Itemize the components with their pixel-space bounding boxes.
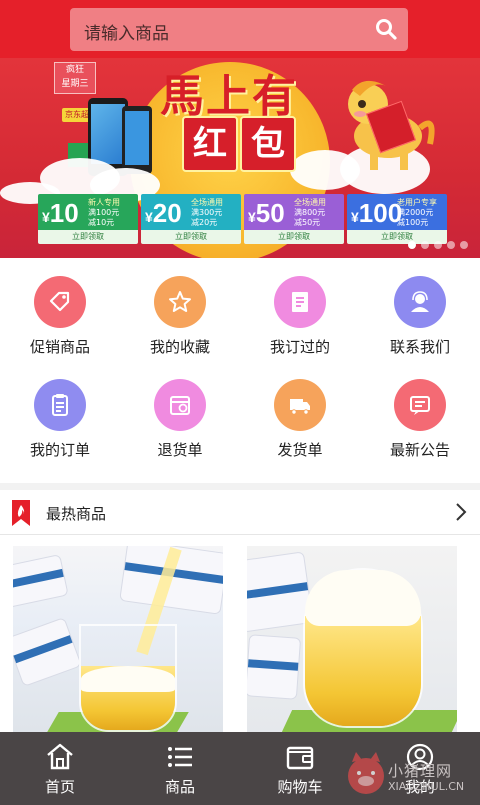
- banner-headline: 馬上有: [160, 71, 298, 122]
- carousel-indicator: [403, 234, 468, 253]
- coupon-amount: ¥50: [248, 198, 285, 228]
- promo-banner-carousel[interactable]: 疯狂 星期三 京东超 馬上有 红 包 ¥10 新人专用 满100元 减10元 立即领取 ¥…: [0, 58, 480, 258]
- tab-label: 商品: [164, 778, 195, 796]
- hot-flag-icon: [12, 500, 30, 526]
- menu-item[interactable]: 退货单: [120, 361, 240, 465]
- menu-icon-circle: [34, 276, 86, 328]
- product-card[interactable]: [247, 546, 457, 732]
- carousel-dot[interactable]: [460, 241, 468, 249]
- coupon-amount: ¥10: [42, 198, 79, 228]
- banner-ribbon: 疯狂 星期三: [54, 62, 96, 94]
- hot-products-header[interactable]: 最热商品: [0, 490, 480, 535]
- coupon-strip: ¥10 新人专用 满100元 减10元立即领取 ¥20 全场通用 满300元 减20元立即领取…: [38, 194, 448, 244]
- return-calendar-icon: [170, 396, 190, 415]
- carousel-dot[interactable]: [421, 241, 429, 249]
- menu-icon-circle: [274, 276, 326, 328]
- delivery-truck-icon: [290, 399, 310, 415]
- search-icon[interactable]: [374, 17, 398, 41]
- menu-item[interactable]: 联系我们: [360, 258, 480, 362]
- carousel-dot[interactable]: [447, 241, 455, 249]
- menu-icon-circle: [274, 379, 326, 431]
- menu-item[interactable]: 促销商品: [0, 258, 120, 362]
- menu-item-label: 退货单: [157, 441, 203, 459]
- menu-item-label: 联系我们: [389, 338, 450, 356]
- tab-label: 购物车: [277, 778, 323, 796]
- menu-icon-circle: [34, 379, 86, 431]
- coupon-claim-button[interactable]: 立即领取: [38, 230, 138, 244]
- function-menu-grid: 促销商品 我的收藏 我订过的 联系我们我的订单 退货单 发货单 最新公告: [0, 258, 480, 483]
- home-icon: [47, 743, 73, 770]
- menu-item-label: 我的收藏: [149, 338, 210, 356]
- tab-label: 首页: [44, 778, 75, 796]
- announcement-icon: [410, 396, 430, 415]
- beer-glass-graphic: [303, 568, 423, 728]
- coupon-desc: 全场通用 满300元 减20元: [191, 198, 223, 227]
- menu-item-label: 促销商品: [29, 338, 90, 356]
- coupon-desc: 新人专用 满100元 减10元: [88, 198, 120, 227]
- menu-icon-circle: [154, 276, 206, 328]
- menu-item-label: 最新公告: [389, 441, 450, 459]
- search-input[interactable]: 请输入商品: [84, 19, 169, 44]
- menu-icon-circle: [394, 276, 446, 328]
- banner-headline-bottom: 红 包: [182, 116, 296, 172]
- beer-can-graphic: [13, 554, 69, 608]
- coupon-desc: 全场通用 满800元 减50元: [294, 198, 326, 227]
- coupon-card[interactable]: ¥10 新人专用 满100元 减10元立即领取: [38, 194, 138, 244]
- menu-item[interactable]: 我的收藏: [120, 258, 240, 362]
- menu-item-label: 我的订单: [29, 441, 90, 459]
- carousel-dot[interactable]: [408, 241, 416, 249]
- beer-glass-graphic: [79, 624, 177, 732]
- menu-icon-circle: [154, 379, 206, 431]
- search-bar[interactable]: 请输入商品: [70, 8, 408, 51]
- menu-icon-circle: [394, 379, 446, 431]
- hot-products-title: 最热商品: [46, 505, 107, 523]
- star-icon: [169, 291, 191, 312]
- order-list-icon: [52, 394, 68, 416]
- beer-can-graphic: [247, 634, 302, 700]
- tab-cart[interactable]: 购物车: [240, 732, 360, 805]
- coupon-card[interactable]: ¥20 全场通用 满300元 减20元立即领取: [141, 194, 241, 244]
- wallet-cart-icon: [286, 746, 314, 770]
- tab-home[interactable]: 首页: [0, 732, 120, 805]
- menu-item-label: 我订过的: [269, 338, 330, 356]
- phone-graphic-2: [122, 106, 152, 174]
- product-card[interactable]: [13, 546, 223, 732]
- coupon-claim-button[interactable]: 立即领取: [141, 230, 241, 244]
- coupon-amount: ¥20: [145, 198, 182, 228]
- coupon-desc: 老用户专享 满2000元 减100元: [397, 198, 437, 227]
- hot-products-section: 最热商品: [0, 490, 480, 732]
- menu-item[interactable]: 我的订单: [0, 361, 120, 465]
- document-icon: [292, 292, 308, 312]
- menu-item[interactable]: 发货单: [240, 361, 360, 465]
- top-header: 请输入商品: [0, 0, 480, 58]
- menu-item[interactable]: 最新公告: [360, 361, 480, 465]
- menu-item[interactable]: 我订过的: [240, 258, 360, 362]
- customer-service-icon: [411, 291, 429, 312]
- beer-can-graphic: [13, 616, 83, 688]
- chevron-right-icon[interactable]: [454, 502, 468, 522]
- list-icon: [168, 747, 192, 767]
- coupon-amount: ¥100: [351, 198, 403, 228]
- price-tag-icon: [49, 291, 70, 312]
- menu-item-label: 发货单: [277, 441, 323, 459]
- watermark-text: 小猪理网: [388, 762, 453, 780]
- carousel-dot[interactable]: [434, 241, 442, 249]
- coupon-claim-button[interactable]: 立即领取: [244, 230, 344, 244]
- tab-products[interactable]: 商品: [120, 732, 240, 805]
- coupon-card[interactable]: ¥50 全场通用 满800元 减50元立即领取: [244, 194, 344, 244]
- watermark-subtext: XIAOZHUL.CN: [388, 780, 465, 793]
